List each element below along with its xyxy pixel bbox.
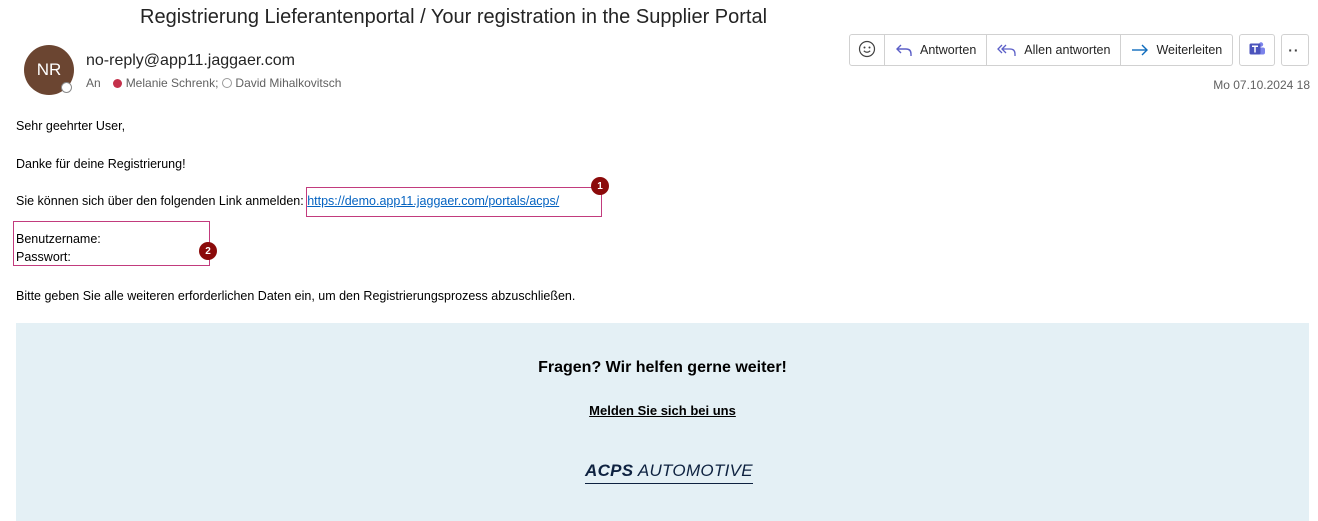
link-highlight-box — [306, 187, 602, 217]
greeting-text: Sehr geehrter User, — [16, 119, 126, 133]
instructions-text: Bitte geben Sie alle weiteren erforderli… — [16, 289, 576, 303]
smiley-icon — [858, 40, 876, 61]
brand-logo-bold: ACPS — [585, 461, 634, 480]
reply-all-icon — [997, 43, 1017, 57]
brand-logo-rest: AUTOMOTIVE — [637, 461, 753, 480]
reply-all-label: Allen antworten — [1024, 43, 1111, 57]
footer-title: Fragen? Wir helfen gerne weiter! — [538, 359, 787, 376]
more-options-button[interactable]: ·· — [1281, 34, 1310, 66]
busy-status-icon — [112, 78, 122, 88]
reply-icon — [895, 43, 913, 57]
contact-link-text[interactable]: Melden Sie sich bei uns — [589, 403, 736, 418]
recipients-line: An Melanie Schrenk; David Mihalkovitsch — [86, 76, 341, 90]
forward-button[interactable]: Weiterleiten — [1121, 34, 1234, 66]
reply-label: Antworten — [920, 43, 977, 57]
teams-icon — [1248, 40, 1266, 61]
message-toolbar: Antworten Allen antworten Weiterleiten ·… — [849, 34, 1310, 66]
emoji-reaction-button[interactable] — [849, 34, 885, 66]
recipient-name[interactable]: Melanie Schrenk; — [126, 76, 219, 90]
more-icon: ·· — [1288, 42, 1300, 58]
teams-button[interactable] — [1239, 34, 1276, 66]
forward-label: Weiterleiten — [1156, 43, 1223, 57]
recipient-name[interactable]: David Mihalkovitsch — [235, 76, 341, 90]
brand-logo[interactable]: ACPS AUTOMOTIVE — [585, 461, 753, 484]
offline-status-icon — [222, 78, 233, 88]
thanks-text: Danke für deine Registrierung! — [16, 157, 186, 171]
credentials-highlight-box — [13, 221, 210, 266]
reply-button[interactable]: Antworten — [885, 34, 988, 66]
link-intro-text: Sie können sich über den folgenden Link … — [16, 194, 304, 208]
recipients-prefix: An — [86, 76, 101, 90]
email-subject: Registrierung Lieferantenportal / Your r… — [140, 6, 768, 28]
received-date: Mo 07.10.2024 18 — [1213, 78, 1310, 92]
annotation-badge-2: 2 — [199, 242, 217, 260]
forward-arrow-icon — [1131, 43, 1149, 57]
sender-address[interactable]: no-reply@app11.jaggaer.com — [86, 52, 295, 70]
annotation-badge-1: 1 — [591, 177, 609, 195]
footer-banner: Fragen? Wir helfen gerne weiter! Melden … — [16, 323, 1309, 521]
contact-link: Melden Sie sich bei uns — [16, 403, 1309, 418]
reply-all-button[interactable]: Allen antworten — [987, 34, 1122, 66]
sender-initials: NR — [36, 60, 62, 79]
presence-status-icon — [61, 82, 72, 93]
